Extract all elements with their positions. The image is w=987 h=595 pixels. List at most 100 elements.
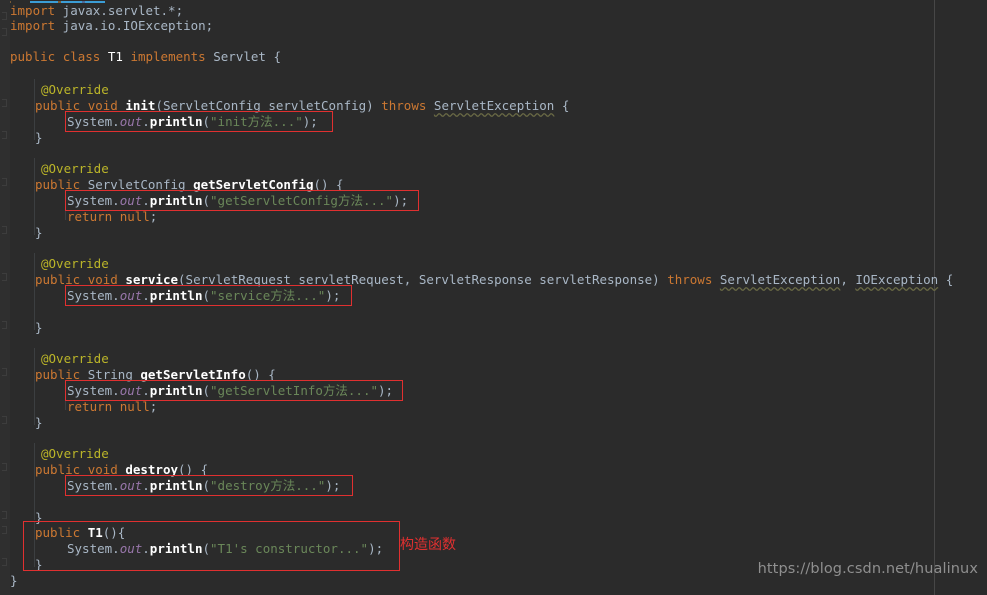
token-keyword: public xyxy=(35,525,81,540)
code-line: import java.io.IOException; xyxy=(10,18,213,33)
token-keyword: public xyxy=(35,272,81,287)
token-override-annotation: @Override xyxy=(41,161,109,176)
token-dot: . xyxy=(112,288,120,303)
token-brace: } xyxy=(35,557,43,572)
token-interface-name: Servlet xyxy=(213,49,266,64)
code-editor[interactable]: import javax.servlet.*; import java.io.I… xyxy=(0,0,987,595)
token-paren: ); xyxy=(393,193,409,208)
gutter-fold-marker[interactable] xyxy=(2,28,7,36)
token-method-name: init xyxy=(125,98,156,113)
indent-guide xyxy=(34,253,35,330)
gutter-fold-marker[interactable] xyxy=(2,131,7,139)
token-class-name: T1 xyxy=(107,49,123,64)
token-keyword: public xyxy=(10,49,56,64)
gutter-fold-marker[interactable] xyxy=(2,368,7,376)
token-paren: ( xyxy=(202,383,211,398)
token-keyword: throws xyxy=(667,272,713,287)
token-brace: } xyxy=(35,415,43,430)
gutter-fold-marker[interactable] xyxy=(2,273,7,281)
indent-guide xyxy=(34,348,35,425)
token-println: println xyxy=(149,193,203,208)
token-keyword: return xyxy=(67,209,113,224)
code-line-println: System.out.println("getServletConfig方法..… xyxy=(67,193,408,208)
token-dot: . xyxy=(112,193,120,208)
token-brace: } xyxy=(35,130,43,145)
token-return-type: ServletConfig xyxy=(87,177,186,192)
code-line-brace: } xyxy=(35,557,43,572)
code-line-annotation: @Override xyxy=(41,446,109,461)
token-method-name: getServletConfig xyxy=(193,177,314,192)
gutter-fold-marker[interactable] xyxy=(2,463,7,471)
code-line-println: System.out.println("getServletInfo方法..."… xyxy=(67,383,393,398)
code-line-annotation: @Override xyxy=(41,161,109,176)
code-line-method-signature: public void service(ServletRequest servl… xyxy=(35,272,953,287)
token-dot: . xyxy=(112,478,120,493)
gutter-fold-marker[interactable] xyxy=(2,416,7,424)
indent-guide xyxy=(34,158,35,235)
token-string-literal: "T1's constructor..." xyxy=(210,541,369,556)
token-out-field: out xyxy=(119,478,143,493)
token-dot: . xyxy=(112,383,120,398)
gutter-fold-marker[interactable] xyxy=(2,99,7,107)
token-brace: { xyxy=(554,98,570,113)
token-identifier: javax.servlet.*; xyxy=(55,3,184,18)
token-system: System xyxy=(67,478,113,493)
code-line-return: return null; xyxy=(67,399,157,414)
token-out-field: out xyxy=(119,114,143,129)
code-line-brace: } xyxy=(35,225,43,240)
gutter-fold-marker[interactable] xyxy=(2,558,7,566)
token-paren: (){ xyxy=(102,525,126,540)
token-brace: { xyxy=(938,272,954,287)
code-line-println: System.out.println("init方法..."); xyxy=(67,114,318,129)
token-println: println xyxy=(149,383,203,398)
token-println: println xyxy=(149,288,203,303)
token-keyword: public xyxy=(35,98,81,113)
token-paren: ); xyxy=(378,383,394,398)
token-brace: } xyxy=(35,510,43,525)
token-param-type: ServletRequest xyxy=(185,272,291,287)
token-dot: . xyxy=(112,114,120,129)
token-paren: ( xyxy=(202,288,211,303)
code-line-annotation: @Override xyxy=(41,351,109,366)
gutter-fold-marker[interactable] xyxy=(2,178,7,186)
token-exception-type: ServletException xyxy=(433,98,555,113)
token-string-literal: "service方法..." xyxy=(210,288,326,303)
token-paren: () { xyxy=(245,367,276,382)
token-semicolon: ; xyxy=(149,209,158,224)
token-println: println xyxy=(149,478,203,493)
token-keyword: public xyxy=(35,462,81,477)
code-line-brace: } xyxy=(35,320,43,335)
token-out-field: out xyxy=(119,288,143,303)
indent-guide xyxy=(65,190,66,220)
gutter-fold-marker[interactable] xyxy=(2,526,7,534)
token-string-literal: "getServletInfo方法..." xyxy=(210,383,379,398)
editor-gutter[interactable] xyxy=(0,0,10,595)
gutter-fold-marker[interactable] xyxy=(2,226,7,234)
token-override-annotation: @Override xyxy=(41,82,109,97)
token-system: System xyxy=(67,541,113,556)
token-comma: , xyxy=(840,272,856,287)
token-string-literal: "getServletConfig方法..." xyxy=(210,193,394,208)
gutter-fold-marker[interactable] xyxy=(2,511,7,519)
code-line-method-signature: public void init(ServletConfig servletCo… xyxy=(35,98,569,113)
code-line-brace: } xyxy=(35,510,43,525)
token-keyword: void xyxy=(87,272,118,287)
token-dot: . xyxy=(142,288,150,303)
token-paren: ( xyxy=(202,114,211,129)
gutter-fold-marker[interactable] xyxy=(2,321,7,329)
token-param-name: servletRequest, xyxy=(290,272,419,287)
gutter-fold-marker[interactable] xyxy=(2,12,7,20)
token-override-annotation: @Override xyxy=(41,446,109,461)
token-keyword: import xyxy=(10,3,56,18)
code-content[interactable]: import javax.servlet.*; import java.io.I… xyxy=(10,0,987,595)
token-brace: { xyxy=(265,49,281,64)
token-paren: ( xyxy=(178,272,186,287)
token-string-literal: "destroy方法..." xyxy=(210,478,326,493)
token-dot: . xyxy=(142,383,150,398)
